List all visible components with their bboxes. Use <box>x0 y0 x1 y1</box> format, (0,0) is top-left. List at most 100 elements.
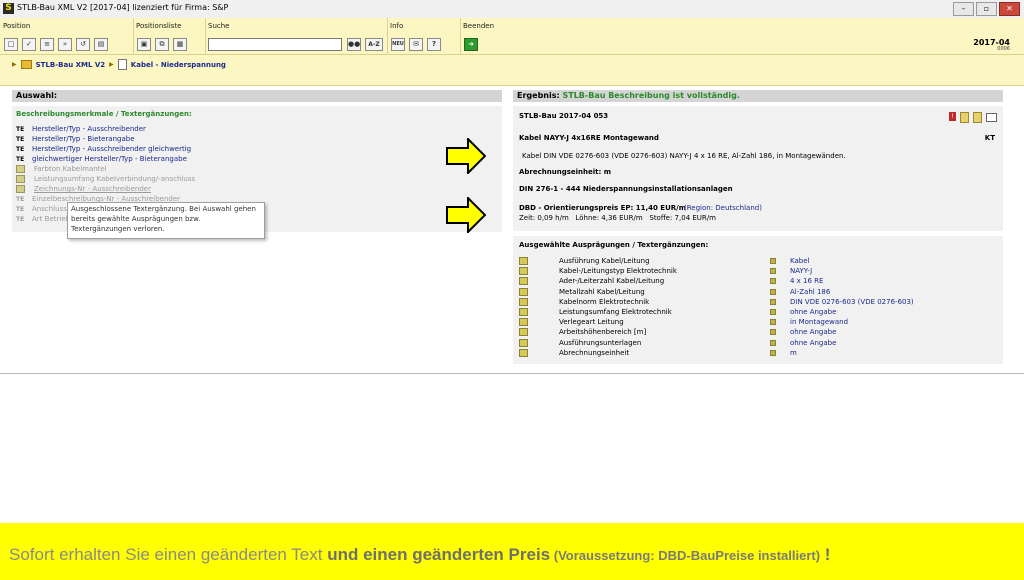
group-label-suche: Suche <box>208 22 230 30</box>
folder-icon <box>20 60 32 69</box>
ergebnis-heading: Ergebnis: STLB-Bau Beschreibung ist voll… <box>513 90 1003 102</box>
list-item[interactable]: Leistungsumfang Kabelverbindung/-anschlu… <box>16 174 195 184</box>
list-item[interactable]: TE gleichwertiger Hersteller/Typ - Bieter… <box>16 154 195 164</box>
row-value: 4 x 16 RE <box>790 277 824 286</box>
ergebnis-label: Ergebnis: <box>517 91 560 100</box>
list-item[interactable]: Zeichnungs-Nr - Ausschreibender <box>16 184 195 194</box>
table-row[interactable]: Ader-/Leiterzahl Kabel/Leitung 4 x 16 RE <box>519 276 997 286</box>
long-text: Kabel DIN VDE 0276-603 (VDE 0276-603) NA… <box>522 152 846 160</box>
te-badge: TE <box>16 145 25 153</box>
forward-icon[interactable]: » <box>58 38 72 51</box>
row-value: m <box>790 348 797 357</box>
document-icon[interactable] <box>960 112 969 123</box>
row-name: Ausführungsunterlagen <box>559 338 642 347</box>
table-row[interactable]: Abrechnungseinheit m <box>519 348 997 358</box>
table-row[interactable]: Metallzahl Kabel/Leitung Al-Zahl 186 <box>519 287 997 297</box>
breadcrumb-current[interactable]: Kabel - Niederspannung <box>131 61 226 69</box>
breadcrumb-separator-icon: ▶ <box>109 61 114 68</box>
abrechnungseinheit: Abrechnungseinheit: m <box>519 168 612 176</box>
row-value: NAYY-J <box>790 267 813 276</box>
feature-label: Art Betrieb <box>32 215 71 223</box>
tooltip: Ausgeschlossene Textergänzung. Bei Auswa… <box>67 202 265 239</box>
option-icon <box>519 318 528 327</box>
exit-icon[interactable]: ➜ <box>464 38 478 51</box>
row-name: Kabel-/Leitungstyp Elektrotechnik <box>559 267 677 276</box>
bullet-icon <box>770 258 776 265</box>
list-item[interactable]: Farbton Kabelmantel <box>16 164 195 174</box>
copy-document-icon[interactable] <box>973 112 982 123</box>
table-row[interactable]: Ausführung Kabel/Leitung Kabel <box>519 256 997 266</box>
result-actions: ! <box>949 112 997 123</box>
region-link[interactable]: (Region: Deutschland) <box>684 204 762 212</box>
list-item[interactable]: TE Hersteller/Typ - Ausschreibender <box>16 124 195 134</box>
table-row[interactable]: Kabelnorm Elektrotechnik DIN VDE 0276-603… <box>519 297 997 307</box>
list-item[interactable]: TE Hersteller/Typ - Ausschreibender gleic… <box>16 144 195 154</box>
new-position-icon[interactable]: □ <box>4 38 18 51</box>
version-sub: 0006 <box>997 46 1010 52</box>
caption-part-3: (Voraussetzung: DBD-BauPreise installier… <box>550 548 821 563</box>
option-icon <box>519 328 528 337</box>
toolbar: Position □ ✓ ≡ » ↺ ▤ Positionsliste ▣ ⧉ … <box>0 18 1024 55</box>
document-icon <box>117 59 127 70</box>
undo-icon[interactable]: ↺ <box>76 38 90 51</box>
help-icon[interactable]: ? <box>427 38 441 51</box>
close-button[interactable]: ✕ <box>999 2 1020 16</box>
restore-button[interactable]: ▫ <box>976 2 997 16</box>
yellow-arrow-icon <box>446 197 486 233</box>
table-row[interactable]: Leistungsumfang Elektrotechnik ohne Angab… <box>519 307 997 317</box>
price-details: Zeit: 0,09 h/m Löhne: 4,36 EUR/m Stoffe:… <box>519 214 716 222</box>
row-value: ohne Angabe <box>790 308 837 317</box>
caption-text: Sofort erhalten Sie einen geänderten Tex… <box>9 545 830 565</box>
pdf-icon[interactable]: ! <box>949 112 956 121</box>
row-name: Arbeitshöhenbereich [m] <box>559 328 647 337</box>
toolbar-group-beenden: Beenden ➜ <box>460 18 1024 54</box>
feature-label: gleichwertiger Hersteller/Typ - Bieteran… <box>32 155 187 163</box>
auswahl-heading: Auswahl: <box>12 90 502 102</box>
save-icon[interactable]: ▣ <box>137 38 151 51</box>
option-icon <box>519 348 528 357</box>
new-info-icon[interactable]: NEU <box>391 38 405 51</box>
toolbar-group-suche: Suche ●● A-Z <box>205 18 388 54</box>
mail-icon[interactable]: ✉ <box>409 38 423 51</box>
document-icon[interactable]: ▤ <box>94 38 108 51</box>
minimize-button[interactable]: – <box>953 2 974 16</box>
check-icon[interactable]: ✓ <box>22 38 36 51</box>
stlb-id: STLB-Bau 2017-04 053 <box>519 112 609 120</box>
caption-part-2: und einen geänderten Preis <box>327 545 551 564</box>
feature-label: Hersteller/Typ - Bieterangabe <box>32 135 135 143</box>
app-logo-icon: S <box>3 3 14 14</box>
feature-label: Farbton Kabelmantel <box>34 165 107 173</box>
paste-icon[interactable]: ▦ <box>173 38 187 51</box>
option-icon <box>16 165 25 173</box>
table-row[interactable]: Ausführungsunterlagen ohne Angabe <box>519 338 997 348</box>
option-icon <box>519 277 528 286</box>
option-icon <box>519 308 528 317</box>
group-label-position: Position <box>3 22 31 30</box>
mail-icon[interactable] <box>986 113 997 122</box>
table-row[interactable]: Kabel-/Leitungstyp Elektrotechnik NAYY-J <box>519 266 997 276</box>
bullet-icon <box>770 288 776 295</box>
bullet-icon <box>770 278 776 285</box>
bullet-icon <box>770 298 776 305</box>
table-row[interactable]: Arbeitshöhenbereich [m] ohne Angabe <box>519 327 997 337</box>
row-value: Al-Zahl 186 <box>790 287 831 296</box>
row-name: Abrechnungseinheit <box>559 348 630 357</box>
bullet-icon <box>770 349 776 356</box>
list-icon[interactable]: ≡ <box>40 38 54 51</box>
caption-banner: Sofort erhalten Sie einen geänderten Tex… <box>0 523 1024 580</box>
a-z-search-button[interactable]: A-Z <box>365 38 383 51</box>
row-value: in Montagewand <box>790 318 849 327</box>
section-title: Beschreibungsmerkmale / Textergänzungen: <box>16 110 192 118</box>
row-value: ohne Angabe <box>790 328 837 337</box>
bullet-icon <box>770 339 776 346</box>
list-item[interactable]: TE Hersteller/Typ - Bieterangabe <box>16 134 195 144</box>
toolbar-group-position: Position □ ✓ ≡ » ↺ ▤ <box>0 18 134 54</box>
binoculars-icon[interactable]: ●● <box>347 38 361 51</box>
row-name: Ader-/Leiterzahl Kabel/Leitung <box>559 277 665 286</box>
search-input[interactable] <box>208 38 342 51</box>
toolbar-group-info: Info NEU ✉ ? <box>387 18 461 54</box>
row-name: Ausführung Kabel/Leitung <box>559 257 650 266</box>
breadcrumb-root[interactable]: STLB-Bau XML V2 <box>36 61 106 69</box>
copy-icon[interactable]: ⧉ <box>155 38 169 51</box>
table-row[interactable]: Verlegeart Leitung in Montagewand <box>519 317 997 327</box>
